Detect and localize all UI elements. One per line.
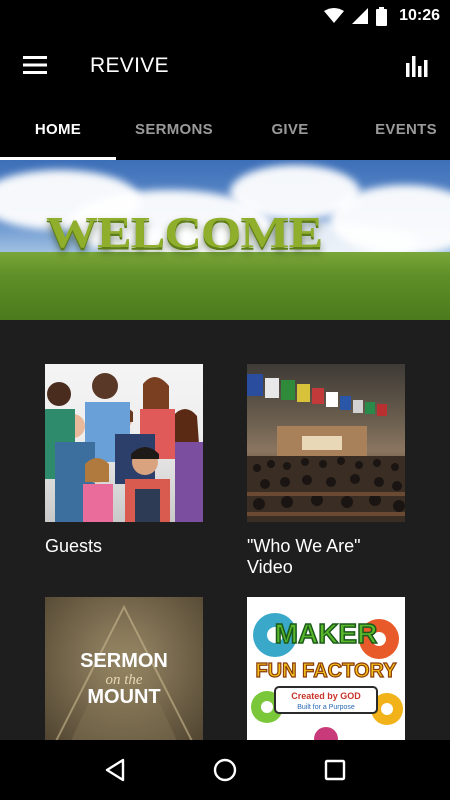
cell-signal-icon (352, 8, 369, 24)
bar-chart-icon (406, 56, 428, 77)
tile-label: "Who We Are" Video (247, 536, 361, 577)
sermon-on-the-mount-image: SERMON on the MOUNT (45, 597, 203, 755)
home-content: Guests "Who We Are" Video SERMON on the … (0, 320, 450, 755)
tile-label: Guests (45, 536, 103, 556)
tab-home[interactable]: HOME (0, 98, 116, 160)
sermon-title-line-3: MOUNT (87, 686, 160, 708)
tile-sermon-on-the-mount[interactable]: SERMON on the MOUNT (45, 597, 203, 755)
back-icon (105, 758, 125, 782)
stats-button[interactable] (396, 45, 438, 85)
tile-maker-fun-factory[interactable]: MAKER FUN FACTORY Created by GOD Built f… (247, 597, 405, 755)
maker-fun-factory-image: MAKER FUN FACTORY Created by GOD Built f… (247, 597, 405, 755)
tab-sermons[interactable]: SERMONS (116, 98, 232, 160)
wifi-icon (324, 8, 345, 23)
tab-give[interactable]: GIVE (232, 98, 348, 160)
app-title: REVIVE (90, 54, 169, 77)
home-icon (213, 758, 237, 782)
created-by-god-text: Created by GOD (291, 691, 361, 701)
congregation-photo (247, 364, 405, 522)
tile-guests[interactable]: Guests (45, 364, 203, 557)
built-for-purpose-text: Built for a Purpose (297, 704, 355, 711)
status-time: 10:26 (399, 7, 440, 24)
recents-icon (324, 759, 346, 781)
banner-text: WELCOME (46, 208, 323, 258)
sermon-title-line-1: SERMON (80, 650, 168, 672)
nav-recents-button[interactable] (310, 745, 360, 795)
status-icons: 10:26 (324, 5, 440, 27)
nav-home-button[interactable] (200, 745, 250, 795)
tile-who-we-are-video[interactable]: "Who We Are" Video (247, 364, 405, 578)
guests-photo (45, 364, 203, 522)
fun-factory-text: FUN FACTORY (255, 660, 397, 682)
battery-icon (376, 6, 388, 26)
nav-back-button[interactable] (90, 745, 140, 795)
banner-grass (0, 252, 450, 320)
app-bar: REVIVE (0, 32, 450, 98)
maker-text: MAKER (275, 618, 378, 649)
menu-button[interactable] (14, 45, 56, 85)
hamburger-icon (23, 56, 47, 74)
tab-events[interactable]: EVENTS (348, 98, 450, 160)
tab-bar: HOME SERMONS GIVE EVENTS (0, 98, 450, 160)
status-bar: 10:26 (0, 0, 450, 32)
welcome-banner[interactable]: WELCOME (0, 160, 450, 320)
system-nav-bar (0, 740, 450, 800)
